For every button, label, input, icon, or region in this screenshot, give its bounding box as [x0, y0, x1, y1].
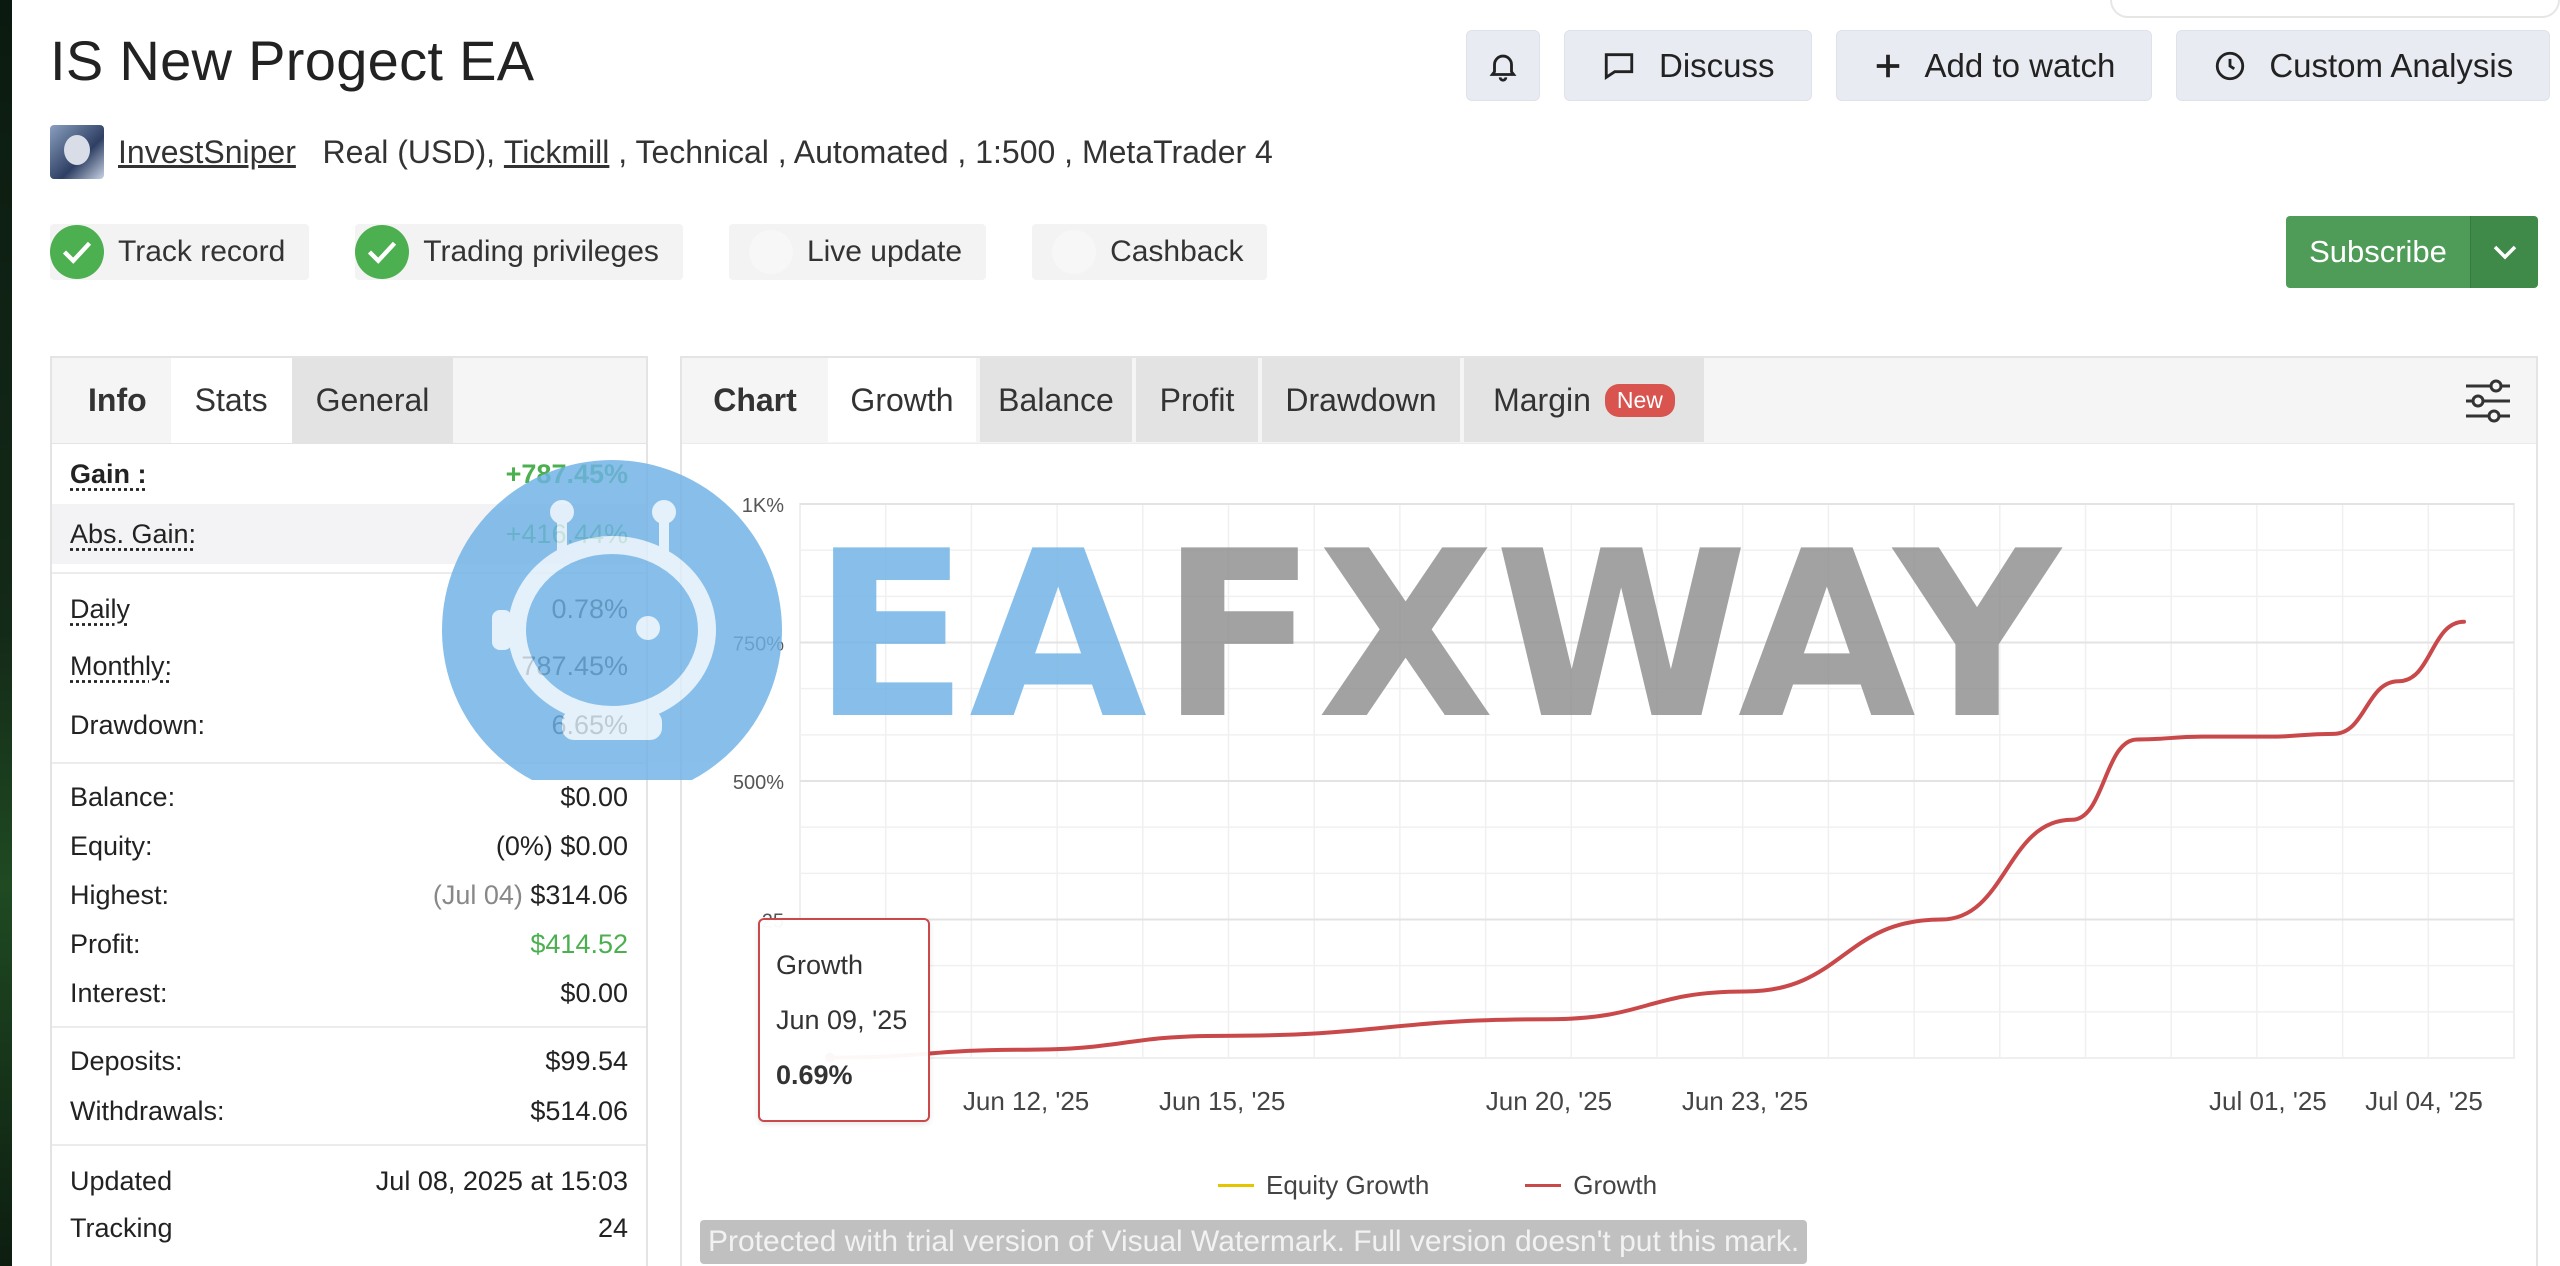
stat-tracking: Tracking 24	[70, 1212, 628, 1243]
notify-button[interactable]	[1466, 30, 1540, 101]
clock-icon	[2216, 51, 2245, 80]
stat-equity: Equity: (0%) $0.00	[70, 830, 628, 861]
system-tags: , Technical , Automated , 1:500 , MetaTr…	[609, 133, 1273, 170]
legend-equity-growth[interactable]: Equity Growth	[1218, 1170, 1429, 1201]
stats-panel: Info Stats General Gain : +787.45% Abs. …	[50, 356, 648, 1266]
page-title: IS New Progect EA	[50, 29, 535, 92]
y-tick-label: 500%	[733, 772, 784, 794]
add-to-watch-label: Add to watch	[1924, 46, 2116, 84]
check-icon	[50, 225, 104, 279]
tab-general[interactable]: General	[291, 358, 454, 443]
trial-watermark: Protected with trial version of Visual W…	[700, 1220, 1808, 1264]
tab-info[interactable]: Info	[68, 358, 171, 443]
system-meta: InvestSniper Real (USD), Tickmill , Tech…	[50, 125, 1273, 179]
legend-line-equity	[1218, 1184, 1254, 1187]
stat-deposits: Deposits: $99.54	[70, 1045, 628, 1076]
x-tick-label: Jul 01, '25	[2209, 1086, 2327, 1116]
y-tick-label: 750%	[733, 634, 784, 656]
discuss-button[interactable]: Discuss	[1564, 30, 1812, 101]
x-tick-label: Jun 23, '25	[1682, 1086, 1808, 1116]
stat-drawdown: Drawdown: 6.65%	[70, 709, 628, 740]
avatar[interactable]	[50, 125, 104, 179]
x-tick-label: Jun 15, '25	[1159, 1086, 1285, 1116]
account-type: Real (USD),	[322, 133, 496, 170]
stat-abs-gain: Abs. Gain: +416.44%	[52, 504, 646, 564]
header-actions: Discuss Add to watch Custom Analysis	[1466, 30, 2551, 101]
badge-cashback[interactable]: Cashback	[1032, 224, 1268, 280]
subscribe-dropdown[interactable]	[2470, 216, 2538, 288]
inactive-circle-icon	[748, 230, 793, 274]
bell-icon	[1489, 54, 1517, 82]
stat-profit: Profit: $414.52	[70, 928, 628, 959]
growth-chart[interactable]: 1K%750%500%25 Jun 12, '25Jun 15, '25Jun …	[682, 358, 2538, 1266]
x-axis-ticks: Jun 12, '25 Jun 15, '25 Jun 20, '25 Jun 23,…	[963, 1086, 2483, 1116]
legend-line-growth	[1525, 1184, 1562, 1187]
discuss-label: Discuss	[1659, 46, 1775, 84]
stat-daily: Daily 0.78%	[70, 593, 628, 624]
stat-gain: Gain : +787.45%	[70, 458, 628, 489]
badge-live-update[interactable]: Live update	[728, 224, 987, 280]
badge-track-record[interactable]: Track record	[50, 224, 310, 280]
chart-panel: Chart Growth Balance Profit Drawdown Mar…	[680, 356, 2538, 1266]
check-icon	[355, 225, 410, 279]
x-tick-label: Jun 20, '25	[1486, 1086, 1612, 1116]
badge-trading-privileges[interactable]: Trading privileges	[355, 224, 683, 280]
chevron-down-icon	[2493, 245, 2516, 260]
plus-icon	[1876, 54, 1899, 77]
legend-growth[interactable]: Growth	[1525, 1170, 1657, 1201]
y-axis-ticks: 1K%750%500%25	[733, 495, 784, 933]
stat-monthly: Monthly: 787.45%	[70, 650, 628, 681]
custom-analysis-button[interactable]: Custom Analysis	[2176, 30, 2551, 101]
popup-edge	[2110, 0, 2560, 18]
author-link[interactable]: InvestSniper	[118, 134, 296, 171]
tab-stats[interactable]: Stats	[170, 358, 292, 443]
add-to-watch-button[interactable]: Add to watch	[1835, 30, 2153, 101]
stat-withdrawals: Withdrawals: $514.06	[70, 1095, 628, 1126]
subscribe-group: Subscribe	[2286, 216, 2538, 288]
chat-bubble-icon	[1604, 52, 1634, 80]
custom-analysis-label: Custom Analysis	[2269, 46, 2514, 84]
chart-tooltip: Growth Jun 09, '25 0.69%	[758, 918, 930, 1122]
x-tick-label: Jul 04, '25	[2365, 1086, 2483, 1116]
stat-highest: Highest: (Jul 04) $314.06	[70, 879, 628, 910]
chart-legend: Equity Growth Growth	[1218, 1170, 1657, 1201]
stat-interest: Interest: $0.00	[70, 977, 628, 1008]
verification-badges: Track record Trading privileges Live upd…	[50, 224, 1268, 280]
broker-link[interactable]: Tickmill	[504, 134, 609, 171]
stat-updated: Updated Jul 08, 2025 at 15:03	[70, 1165, 628, 1196]
chart-grid	[799, 503, 2515, 1059]
subscribe-button[interactable]: Subscribe	[2286, 216, 2470, 288]
growth-series-line	[828, 619, 2466, 1060]
inactive-circle-icon	[1052, 230, 1097, 274]
stats-tabs: Info Stats General	[52, 358, 646, 444]
stat-balance: Balance: $0.00	[70, 781, 628, 812]
y-tick-label: 1K%	[742, 495, 784, 517]
series-lines	[825, 619, 2466, 1063]
x-tick-label: Jun 12, '25	[963, 1086, 1089, 1116]
background-strip	[0, 0, 12, 1266]
